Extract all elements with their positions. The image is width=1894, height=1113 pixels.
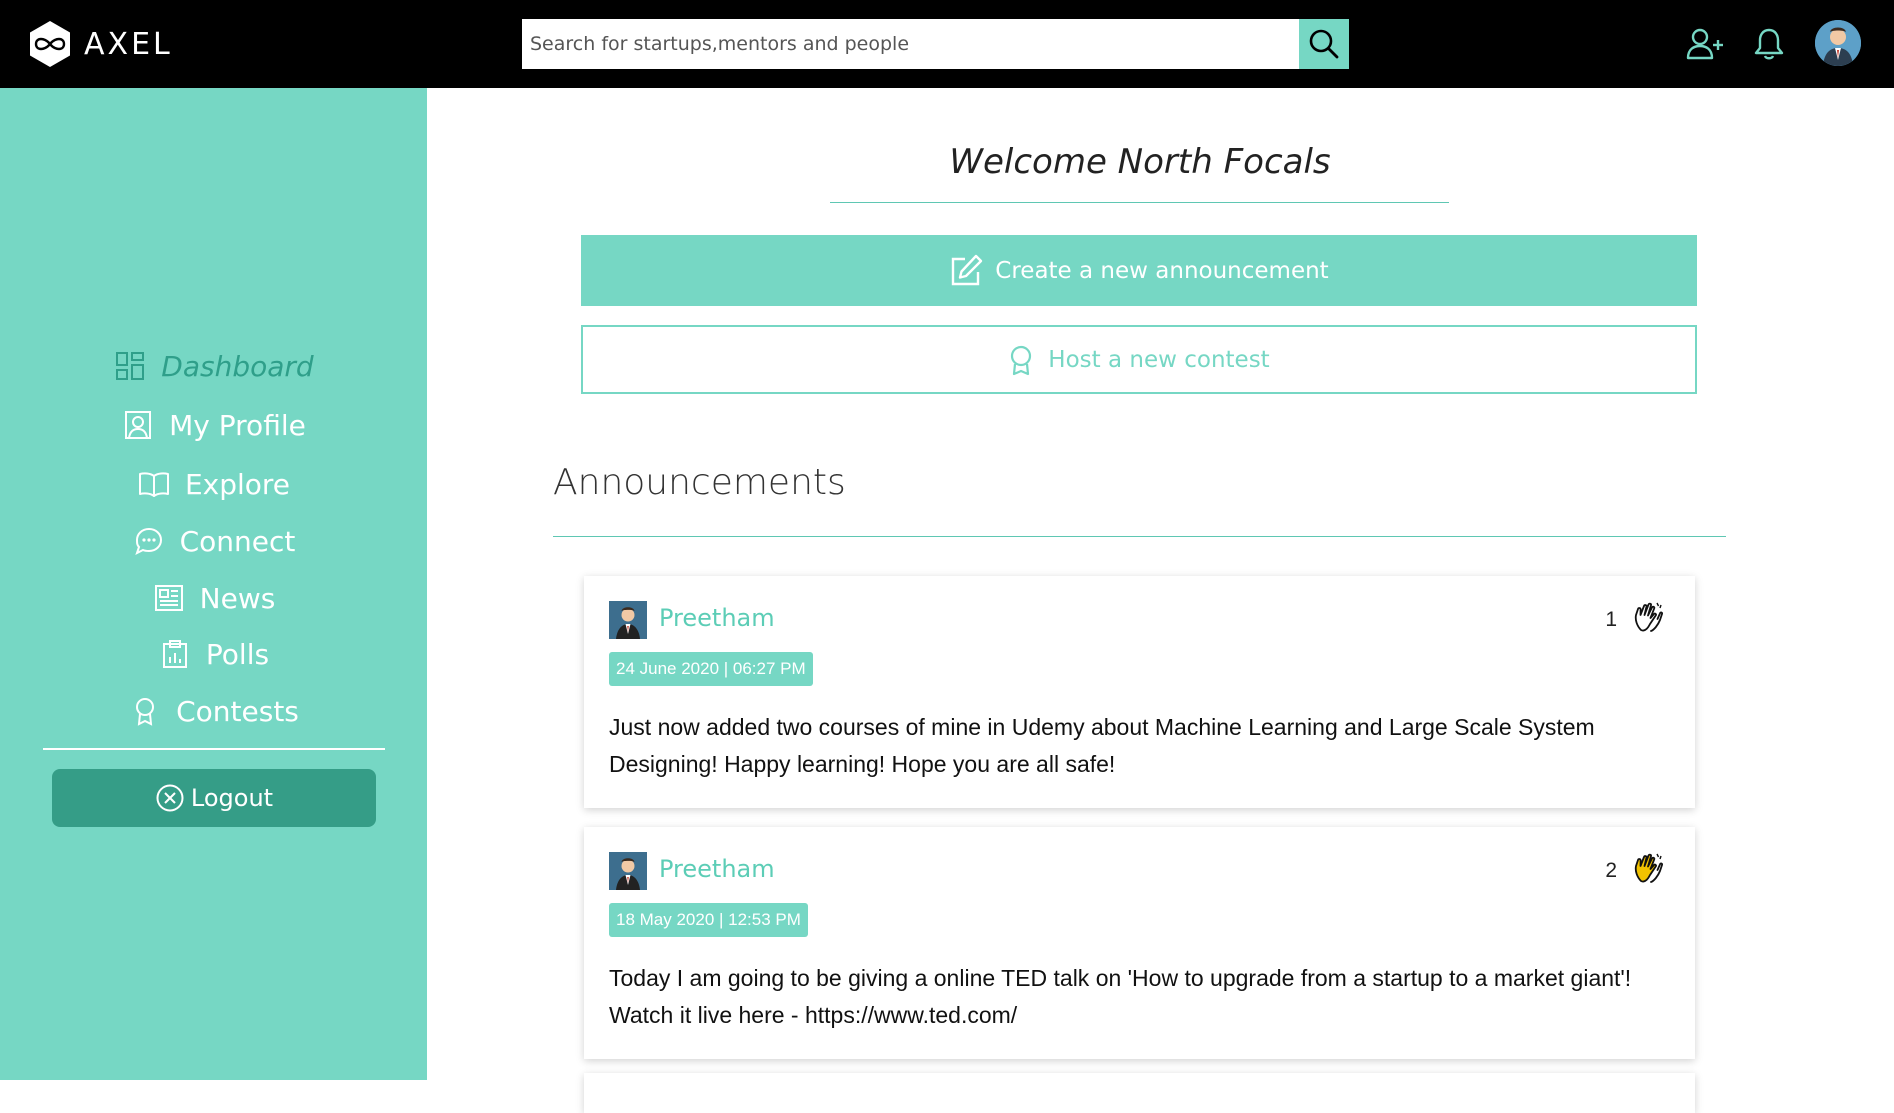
newspaper-icon bbox=[152, 581, 186, 615]
clap-button[interactable] bbox=[1629, 851, 1667, 889]
book-icon bbox=[137, 467, 171, 501]
dashboard-icon bbox=[113, 349, 147, 383]
host-contest-label: Host a new contest bbox=[1048, 346, 1270, 373]
brand[interactable]: AXEL bbox=[28, 20, 173, 68]
sidebar-item-label: Polls bbox=[205, 637, 270, 671]
clap-icon bbox=[1634, 602, 1663, 632]
clap-icon bbox=[1634, 853, 1663, 883]
avatar-image bbox=[609, 601, 647, 639]
search-input[interactable] bbox=[522, 19, 1299, 69]
edit-icon bbox=[952, 254, 983, 285]
avatar-image bbox=[609, 852, 647, 890]
sidebar-item-label: My Profile bbox=[169, 408, 306, 442]
sidebar-item-label: Contests bbox=[176, 694, 299, 728]
axel-logo-icon bbox=[30, 21, 70, 67]
sidebar-item-polls[interactable]: Polls bbox=[0, 629, 427, 679]
announcement-date: 18 May 2020 | 12:53 PM bbox=[609, 903, 808, 937]
sidebar-item-label: Connect bbox=[179, 524, 296, 558]
logout-button[interactable]: Logout bbox=[52, 769, 376, 827]
sidebar-item-explore[interactable]: Explore bbox=[0, 459, 427, 509]
clap-count: 2 bbox=[1605, 859, 1617, 882]
clap-button[interactable] bbox=[1629, 600, 1667, 638]
sidebar-item-news[interactable]: News bbox=[0, 573, 427, 623]
announcement-card bbox=[584, 1073, 1695, 1113]
avatar-image bbox=[1815, 20, 1861, 66]
sidebar: Dashboard My Profile Explore Connect New… bbox=[0, 88, 427, 1080]
host-contest-button[interactable]: Host a new contest bbox=[581, 325, 1697, 394]
announcement-card: Preetham 2 18 May 2020 | 12:53 PM Today … bbox=[584, 827, 1695, 1059]
top-bar: AXEL bbox=[0, 0, 1894, 88]
author-avatar[interactable] bbox=[609, 852, 647, 890]
sidebar-item-label: Explore bbox=[184, 467, 291, 501]
add-user-icon bbox=[1686, 28, 1723, 60]
notifications-button[interactable] bbox=[1747, 22, 1791, 66]
sidebar-item-contests[interactable]: Contests bbox=[0, 686, 427, 736]
award-icon bbox=[128, 694, 162, 728]
bell-icon bbox=[1754, 28, 1784, 60]
announcements-divider bbox=[553, 536, 1726, 537]
author-avatar[interactable] bbox=[609, 601, 647, 639]
sidebar-item-label: Dashboard bbox=[161, 349, 314, 383]
welcome-divider bbox=[830, 202, 1449, 203]
search-bar bbox=[522, 19, 1349, 69]
announcement-text: Just now added two courses of mine in Ud… bbox=[609, 714, 1595, 777]
search-icon bbox=[1309, 29, 1339, 59]
announcement-text: Today I am going to be giving a online T… bbox=[609, 965, 1632, 1028]
author-name[interactable]: Preetham bbox=[659, 855, 775, 883]
sidebar-item-label: News bbox=[199, 581, 276, 615]
create-announcement-label: Create a new announcement bbox=[995, 257, 1329, 284]
logout-label: Logout bbox=[190, 784, 274, 812]
brand-name: AXEL bbox=[84, 26, 173, 62]
create-announcement-button[interactable]: Create a new announcement bbox=[581, 235, 1697, 306]
sidebar-item-my-profile[interactable]: My Profile bbox=[0, 400, 427, 450]
sidebar-item-dashboard[interactable]: Dashboard bbox=[0, 341, 427, 391]
clipboard-chart-icon bbox=[158, 637, 192, 671]
announcements-heading: Announcements bbox=[553, 462, 846, 503]
sidebar-divider bbox=[43, 748, 385, 750]
chat-icon bbox=[132, 524, 166, 558]
profile-icon bbox=[121, 408, 155, 442]
sidebar-item-connect[interactable]: Connect bbox=[0, 516, 427, 566]
announcement-card: Preetham 1 24 June 2020 | 06:27 PM Just … bbox=[584, 576, 1695, 808]
clap-count: 1 bbox=[1605, 608, 1617, 631]
author-name[interactable]: Preetham bbox=[659, 604, 775, 632]
search-button[interactable] bbox=[1299, 19, 1349, 69]
announcement-date: 24 June 2020 | 06:27 PM bbox=[609, 652, 813, 686]
close-circle-icon bbox=[156, 784, 184, 812]
welcome-title: Welcome North Focals bbox=[949, 142, 1331, 182]
user-avatar[interactable] bbox=[1815, 20, 1861, 66]
add-user-button[interactable] bbox=[1683, 22, 1727, 66]
award-icon bbox=[1011, 345, 1032, 375]
